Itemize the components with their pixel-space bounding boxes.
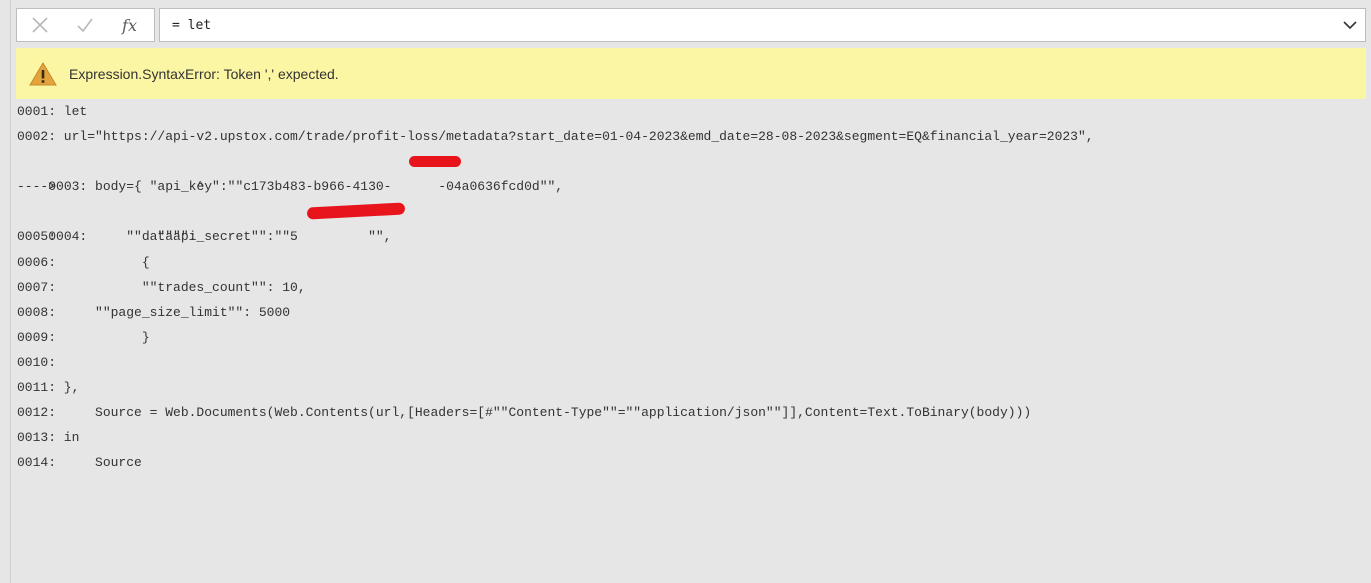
error-banner: Expression.SyntaxError: Token ',' expect…	[16, 48, 1366, 99]
expand-formula-button[interactable]	[1335, 9, 1365, 41]
code-line: 0012: Source = Web.Documents(Web.Content…	[17, 405, 1032, 421]
code-editor[interactable]: 0001: let 0002: url="https://api-v2.upst…	[17, 99, 1367, 475]
commit-button[interactable]	[62, 9, 107, 41]
code-line: 0001: let	[17, 104, 88, 119]
error-message: Expression.SyntaxError: Token ',' expect…	[69, 65, 339, 82]
left-panel-edge	[0, 0, 11, 583]
chevron-down-icon	[1343, 21, 1357, 30]
code-line: 0011: },	[17, 380, 80, 396]
code-line: 0007: ""trades_count"": 10,	[17, 279, 306, 295]
code-line: 0006: {	[17, 254, 150, 270]
warning-icon	[29, 61, 57, 85]
code-line: 0014: Source	[17, 455, 142, 471]
code-line: 0009: }	[17, 329, 150, 345]
error-caret-line: ----> ^	[17, 179, 205, 195]
formula-bar: fx = let	[16, 8, 1366, 42]
code-line: 0003: body={ "api_key":""c173b483-b966-4…	[17, 149, 1367, 194]
code-line: 0013: in	[17, 430, 80, 446]
formula-input[interactable]: = let	[159, 8, 1366, 42]
redaction-mark	[306, 202, 406, 220]
check-icon	[76, 18, 93, 33]
formula-bar-buttons: fx	[16, 8, 155, 42]
formula-text[interactable]: = let	[160, 18, 1335, 33]
code-line: 0008: ""page_size_limit"": 5000	[17, 304, 291, 320]
code-line: 0010:	[17, 354, 57, 370]
cancel-button[interactable]	[17, 9, 62, 41]
code-line: 0004: ""api_secret"":""5 "",	[17, 199, 1367, 244]
redaction-mark	[409, 156, 461, 168]
fx-icon: fx	[122, 15, 137, 35]
code-line: 0002: url="https://api-v2.upstox.com/tra…	[17, 129, 1094, 145]
code-line: 0005: ""data"":	[17, 229, 197, 245]
close-icon	[31, 17, 48, 33]
insert-function-button[interactable]: fx	[107, 9, 152, 41]
